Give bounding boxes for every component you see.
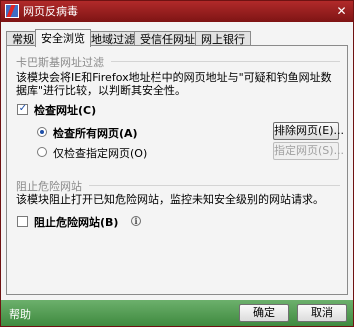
block-dangerous-sites-checkbox[interactable] xyxy=(17,216,28,227)
check-urls-checkbox[interactable]: ✓ xyxy=(17,103,28,115)
block-dangerous-description: 该模块阻止打开已知危险网站，监控未知安全级别的网站请求。 xyxy=(16,193,324,206)
group-divider xyxy=(111,61,340,62)
check-all-pages-radio[interactable] xyxy=(37,127,47,137)
url-filter-description: 该模块会将IE和Firefox地址栏中的网页地址与"可疑和钓鱼网址数据库"进行比… xyxy=(16,71,332,97)
info-icon[interactable]: i xyxy=(131,216,141,226)
kaspersky-k-icon xyxy=(5,4,19,18)
check-specified-pages-radio[interactable] xyxy=(37,147,47,157)
cancel-button[interactable]: 取消 xyxy=(297,304,347,322)
footer-bar: 帮助 确定 取消 xyxy=(1,300,353,326)
tab-trusted-urls[interactable]: 受信任网址 xyxy=(134,31,201,46)
dialog-window: 网页反病毒 ✕ 常规 安全浏览 地域过滤 受信任网址 网上银行 卡巴斯基网址过滤… xyxy=(0,0,354,327)
specified-pages-button: 指定网页(S)... xyxy=(273,142,344,160)
close-icon[interactable]: ✕ xyxy=(334,4,349,18)
title-bar[interactable]: 网页反病毒 ✕ xyxy=(1,1,353,22)
block-dangerous-group-title: 阻止危险网站 xyxy=(16,180,82,193)
ok-button[interactable]: 确定 xyxy=(239,304,289,322)
check-all-pages-label[interactable]: 检查所有网页(A) xyxy=(53,125,138,141)
tab-panel: 卡巴斯基网址过滤 该模块会将IE和Firefox地址栏中的网页地址与"可疑和钓鱼… xyxy=(6,45,348,295)
help-link[interactable]: 帮助 xyxy=(9,306,31,322)
group-divider xyxy=(89,185,340,186)
window-title: 网页反病毒 xyxy=(23,5,78,18)
check-urls-label[interactable]: 检查网址(C) xyxy=(34,102,96,118)
tab-geo-filter[interactable]: 地域过滤 xyxy=(85,31,141,46)
url-filter-group-title: 卡巴斯基网址过滤 xyxy=(16,56,104,69)
checkmark-icon: ✓ xyxy=(18,103,28,114)
block-dangerous-sites-label[interactable]: 阻止危险网站(B) xyxy=(34,214,118,230)
check-specified-pages-label[interactable]: 仅检查指定网页(O) xyxy=(53,145,147,161)
tab-online-banking[interactable]: 网上银行 xyxy=(195,31,251,46)
exclude-pages-button[interactable]: 排除网页(E)... xyxy=(273,122,344,140)
tab-safe-browsing[interactable]: 安全浏览 xyxy=(35,29,91,47)
